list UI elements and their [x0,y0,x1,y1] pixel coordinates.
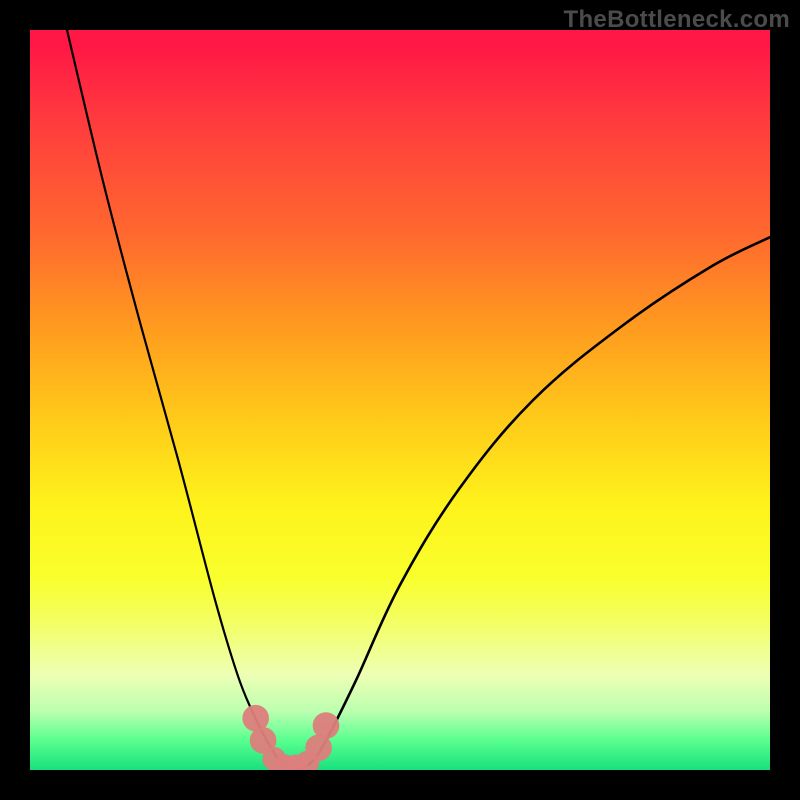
left-curve [67,30,296,770]
highlight-marker [313,712,340,739]
highlight-markers [242,705,339,770]
right-curve [296,237,770,770]
watermark-text: TheBottleneck.com [564,6,790,34]
curves-layer [30,30,770,770]
chart-frame: TheBottleneck.com [0,0,800,800]
plot-area [30,30,770,770]
